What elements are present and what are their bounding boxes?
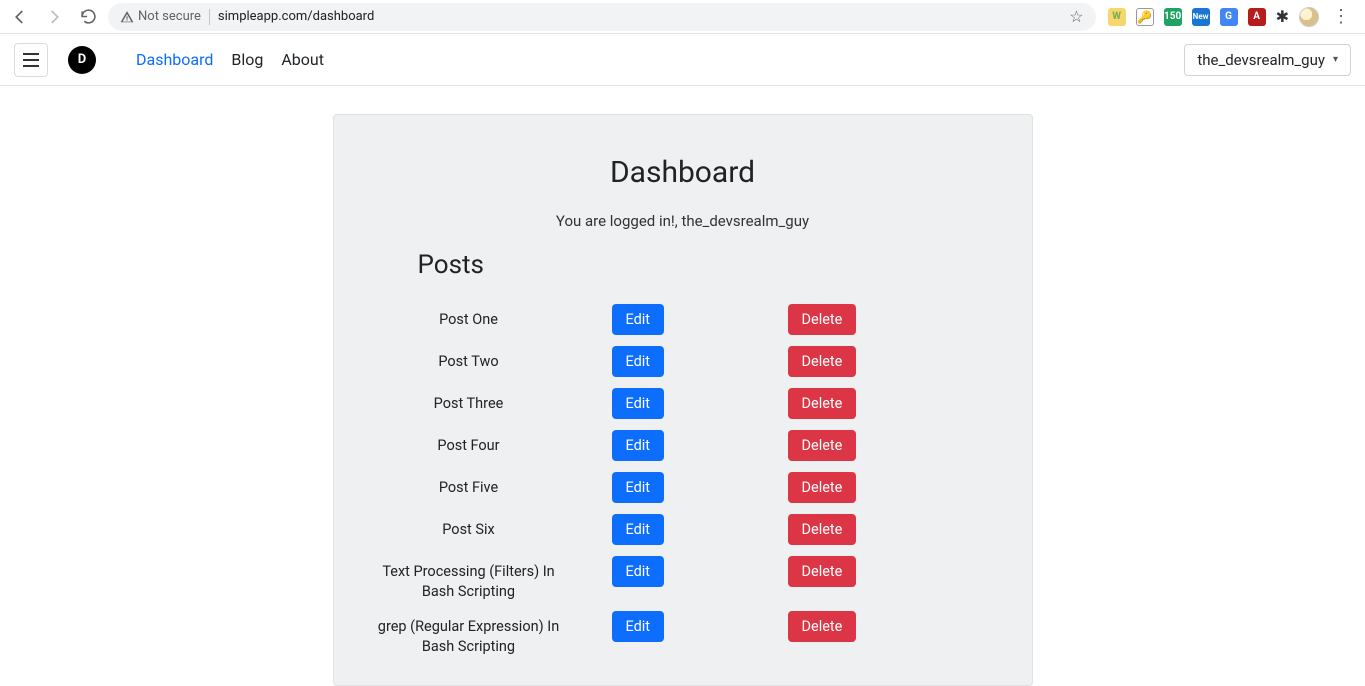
delete-button[interactable]: Delete bbox=[788, 346, 857, 377]
extension-icon[interactable]: W bbox=[1108, 8, 1126, 26]
extension-icon[interactable]: 🔑 bbox=[1136, 8, 1154, 26]
forward-button[interactable] bbox=[40, 3, 68, 31]
warning-icon bbox=[120, 10, 134, 24]
edit-button[interactable]: Edit bbox=[612, 346, 665, 377]
posts-heading: Posts bbox=[418, 250, 1002, 280]
edit-button[interactable]: Edit bbox=[612, 556, 665, 587]
bookmark-star-icon[interactable]: ☆ bbox=[1069, 7, 1083, 26]
user-dropdown[interactable]: the_devsrealm_guy ▾ bbox=[1184, 44, 1351, 76]
post-row: Post Five Edit Delete bbox=[364, 468, 1002, 510]
extension-icon[interactable]: A bbox=[1248, 8, 1266, 26]
user-dropdown-label: the_devsrealm_guy bbox=[1197, 51, 1325, 69]
edit-button[interactable]: Edit bbox=[612, 611, 665, 642]
chevron-down-icon: ▾ bbox=[1333, 54, 1338, 65]
posts-list: Post OneEditDeletePost TwoEditDeletePost… bbox=[364, 300, 1002, 661]
chrome-menu-icon[interactable]: ⋮ bbox=[1329, 6, 1353, 27]
delete-button[interactable]: Delete bbox=[788, 430, 857, 461]
post-title: grep (Regular Expression) In Bash Script… bbox=[364, 611, 574, 658]
delete-button[interactable]: Delete bbox=[788, 472, 857, 503]
nav-link-dashboard[interactable]: Dashboard bbox=[136, 50, 213, 69]
extensions-puzzle-icon[interactable]: ✱ bbox=[1276, 7, 1289, 26]
profile-avatar-icon[interactable] bbox=[1299, 7, 1319, 27]
not-secure-warning: Not secure bbox=[120, 9, 201, 24]
post-title: Post One bbox=[364, 304, 574, 330]
post-row: Post Six Edit Delete bbox=[364, 510, 1002, 552]
back-button[interactable] bbox=[6, 3, 34, 31]
post-title: Post Two bbox=[364, 346, 574, 372]
edit-button[interactable]: Edit bbox=[612, 388, 665, 419]
delete-button[interactable]: Delete bbox=[788, 388, 857, 419]
hamburger-icon bbox=[23, 53, 39, 67]
post-title: Post Four bbox=[364, 430, 574, 456]
extension-icon[interactable]: G bbox=[1220, 8, 1238, 26]
welcome-message: You are logged in!, the_devsrealm_guy bbox=[364, 212, 1002, 230]
app-logo[interactable]: D bbox=[68, 46, 96, 74]
nav-link-blog[interactable]: Blog bbox=[231, 50, 263, 69]
omnibox-separator bbox=[209, 9, 210, 25]
security-label: Not secure bbox=[138, 9, 201, 24]
post-row: Text Processing (Filters) In Bash Script… bbox=[364, 552, 1002, 607]
edit-button[interactable]: Edit bbox=[612, 514, 665, 545]
app-navbar: D Dashboard Blog About the_devsrealm_guy… bbox=[0, 34, 1365, 86]
edit-button[interactable]: Edit bbox=[612, 472, 665, 503]
delete-button[interactable]: Delete bbox=[788, 556, 857, 587]
post-title: Text Processing (Filters) In Bash Script… bbox=[364, 556, 574, 603]
menu-toggle-button[interactable] bbox=[14, 43, 48, 77]
post-row: grep (Regular Expression) In Bash Script… bbox=[364, 607, 1002, 662]
address-bar[interactable]: Not secure simpleapp.com/dashboard ☆ bbox=[108, 3, 1096, 31]
post-row: Post One Edit Delete bbox=[364, 300, 1002, 342]
post-title: Post Five bbox=[364, 472, 574, 498]
url-text: simpleapp.com/dashboard bbox=[218, 9, 374, 24]
post-row: Post Three Edit Delete bbox=[364, 384, 1002, 426]
extension-icons: W 🔑 150 New G A ✱ ⋮ bbox=[1102, 6, 1359, 27]
browser-toolbar: Not secure simpleapp.com/dashboard ☆ W 🔑… bbox=[0, 0, 1365, 34]
post-row: Post Two Edit Delete bbox=[364, 342, 1002, 384]
dashboard-card: Dashboard You are logged in!, the_devsre… bbox=[333, 114, 1033, 686]
post-title: Post Three bbox=[364, 388, 574, 414]
delete-button[interactable]: Delete bbox=[788, 611, 857, 642]
delete-button[interactable]: Delete bbox=[788, 514, 857, 545]
page-title: Dashboard bbox=[364, 155, 1002, 190]
post-row: Post Four Edit Delete bbox=[364, 426, 1002, 468]
nav-link-about[interactable]: About bbox=[281, 50, 324, 69]
extension-icon[interactable]: New bbox=[1192, 8, 1210, 26]
reload-button[interactable] bbox=[74, 3, 102, 31]
post-title: Post Six bbox=[364, 514, 574, 540]
edit-button[interactable]: Edit bbox=[612, 304, 665, 335]
delete-button[interactable]: Delete bbox=[788, 304, 857, 335]
edit-button[interactable]: Edit bbox=[612, 430, 665, 461]
extension-icon[interactable]: 150 bbox=[1164, 8, 1182, 26]
page-content: Dashboard You are logged in!, the_devsre… bbox=[0, 86, 1365, 686]
